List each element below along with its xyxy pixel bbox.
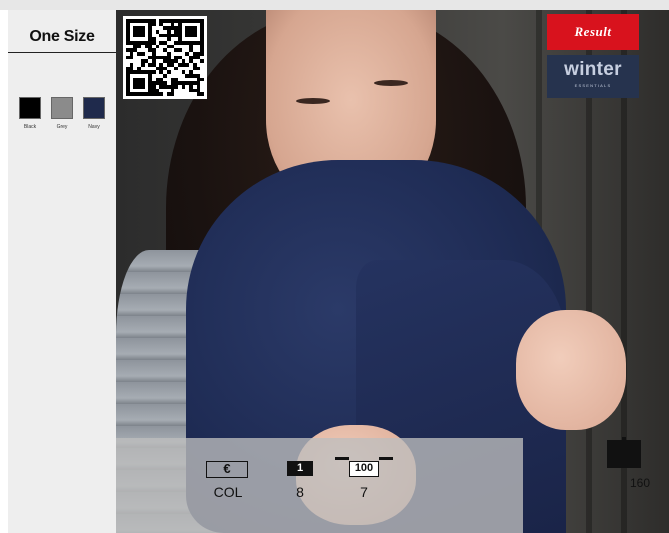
qr-code-icon[interactable] (123, 16, 207, 99)
carton-quantity-value: 7 (360, 484, 368, 500)
euro-icon: € (206, 461, 248, 478)
sidebar: One Size Black Grey Navy (8, 10, 116, 533)
carton-quantity-icon: 100 (349, 461, 379, 477)
colour-label-grey: Grey (56, 124, 68, 130)
winter-logo-text: winter (564, 59, 622, 80)
currency-label: COL (213, 484, 243, 500)
result-logo: Result (547, 14, 639, 50)
model-hand (516, 310, 626, 430)
colour-swatch-grey[interactable] (51, 97, 73, 119)
model-eye (374, 80, 408, 86)
colour-swatch-black[interactable] (19, 97, 41, 119)
carton-bar-right (379, 457, 393, 460)
size-title: One Size (29, 28, 95, 45)
carton-bar-left (335, 457, 349, 460)
qr-code-pattern (126, 19, 204, 96)
carton-box-icon (607, 437, 641, 468)
qr-module (200, 92, 204, 96)
colour-swatch-navy[interactable] (83, 97, 105, 119)
size-divider (8, 52, 116, 53)
model-eye (296, 98, 330, 104)
top-strip (0, 0, 669, 10)
colour-label-navy: Navy (88, 124, 100, 130)
pack-quantity-icon: 1 (287, 461, 313, 476)
winter-essentials-logo: winter ESSENTIALS (547, 55, 639, 98)
pack-quantity-value: 8 (296, 484, 304, 500)
colour-label-black: Black (23, 124, 37, 130)
box-quantity-value: 160 (630, 476, 651, 490)
info-panel (116, 438, 523, 533)
winter-logo-subtext: ESSENTIALS (574, 83, 612, 88)
